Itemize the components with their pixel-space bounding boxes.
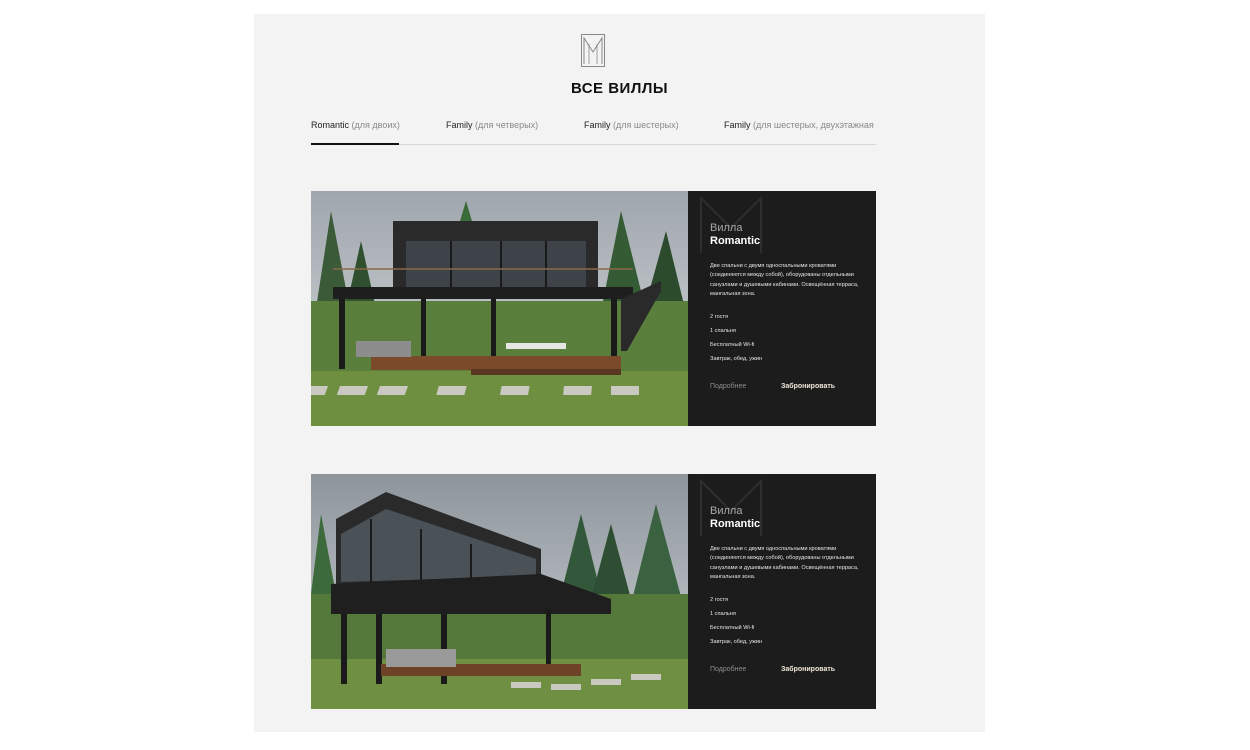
- tab-sublabel: (для шестерых, двухэтажная: [753, 120, 874, 130]
- tab-label: Romantic: [311, 120, 350, 130]
- book-button[interactable]: Забронировать: [781, 666, 835, 673]
- villa-info-panel: Вилла Romantic Две спальни с двумя однос…: [688, 474, 876, 709]
- villa-type-label: Вилла: [710, 222, 743, 234]
- tab-label: Family: [724, 120, 751, 130]
- tab-sublabel: (для шестерых): [613, 120, 679, 130]
- villa-card: Вилла Romantic Две спальни с двумя однос…: [311, 474, 876, 709]
- villa-photo[interactable]: [311, 474, 688, 709]
- villa-description: Две спальни с двумя односпальными кроват…: [710, 263, 859, 297]
- tab-sublabel: (для четверых): [475, 120, 539, 130]
- villa-name: Romantic: [710, 235, 761, 247]
- feature-bedrooms: 1 спальня: [710, 328, 736, 334]
- tab-romantic[interactable]: Romantic (для двоих): [311, 120, 400, 145]
- villa-type-label: Вилла: [710, 505, 743, 517]
- page-title: ВСЕ ВИЛЛЫ: [570, 80, 669, 97]
- feature-wifi: Бесплатный Wi-fi: [710, 342, 755, 348]
- villa-photo[interactable]: [311, 191, 688, 426]
- villas-page: ВСЕ ВИЛЛЫ Romantic (для двоих) Family (д…: [254, 14, 985, 732]
- tab-label: Family: [584, 120, 611, 130]
- feature-wifi: Бесплатный Wi-fi: [710, 625, 755, 631]
- feature-meals: Завтрак, обед, ужин: [710, 356, 763, 362]
- tab-family-6[interactable]: Family (для шестерых): [584, 120, 679, 143]
- tab-family-4[interactable]: Family (для четверых): [446, 120, 538, 143]
- villa-category-tabs: Romantic (для двоих) Family (для четверы…: [311, 120, 876, 145]
- feature-bedrooms: 1 спальня: [710, 611, 736, 617]
- tab-label: Family: [446, 120, 473, 130]
- villa-logo-icon: [581, 34, 605, 67]
- villa-description: Две спальни с двумя односпальными кроват…: [710, 546, 859, 580]
- tab-sublabel: (для двоих): [351, 120, 400, 130]
- feature-guests: 2 гостя: [710, 597, 729, 603]
- villa-card: Вилла Romantic Две спальни с двумя однос…: [311, 191, 876, 426]
- villa-name: Romantic: [710, 518, 761, 530]
- feature-guests: 2 гостя: [710, 314, 729, 320]
- more-details-link[interactable]: Подробнее: [710, 383, 746, 390]
- tab-family-6-two-storey[interactable]: Family (для шестерых, двухэтажная: [724, 120, 874, 143]
- more-details-link[interactable]: Подробнее: [710, 666, 746, 673]
- villa-info-panel: Вилла Romantic Две спальни с двумя однос…: [688, 191, 876, 426]
- feature-meals: Завтрак, обед, ужин: [710, 639, 763, 645]
- book-button[interactable]: Забронировать: [781, 383, 835, 390]
